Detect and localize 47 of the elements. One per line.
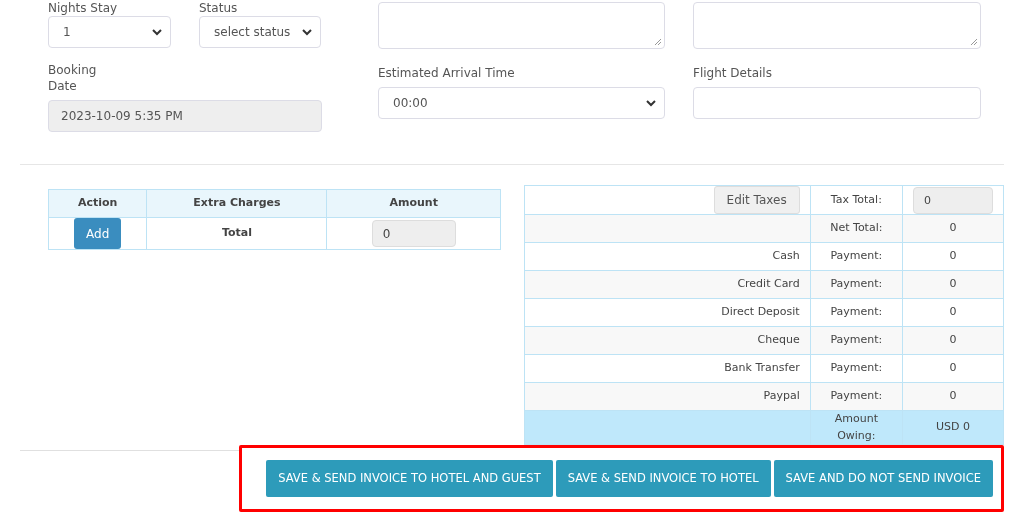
table-cell: Net Total: <box>810 214 903 243</box>
table-cell: Cash <box>772 249 800 263</box>
select-field[interactable]: 1 <box>48 16 171 48</box>
table-cell: Bank Transfer <box>724 361 800 375</box>
table-cell: 0 <box>949 249 957 263</box>
select-field[interactable]: select status <box>199 16 321 48</box>
table-cell: Paypal <box>763 389 800 403</box>
table-cell: Direct Deposit <box>721 305 800 319</box>
table-cell: Cheque <box>757 333 800 347</box>
table-cell: Amount Owing: <box>810 410 903 445</box>
column-header: Extra Charges <box>146 189 327 218</box>
column-header: Amount <box>326 189 501 218</box>
table-cell: USD 0 <box>936 420 970 434</box>
resize-grip-icon <box>654 38 662 46</box>
table-cell: Payment: <box>810 298 903 327</box>
table-cell: Payment: <box>810 270 903 299</box>
table-cell: Credit Card <box>737 277 800 291</box>
chevron-down-icon <box>646 99 656 107</box>
field-label: Booking Date <box>48 62 98 94</box>
amount-field[interactable]: 0 <box>371 220 456 247</box>
edit-taxes-button[interactable]: Edit Taxes <box>713 186 800 214</box>
table-cell: 0 <box>949 221 957 235</box>
field-label: Estimated Arrival Time <box>378 65 516 81</box>
select-field[interactable]: 00:00 <box>378 87 665 119</box>
chevron-down-icon <box>302 28 312 36</box>
textarea-field[interactable] <box>378 2 665 49</box>
table-cell: 0 <box>949 333 957 347</box>
table-cell: 0 <box>949 305 957 319</box>
textarea-field[interactable] <box>693 2 981 49</box>
table-cell: 0 <box>949 277 957 291</box>
text-field[interactable] <box>693 87 981 119</box>
table-cell: Total <box>146 217 327 250</box>
table-cell: Payment: <box>810 354 903 383</box>
add-button[interactable]: Add <box>74 218 122 249</box>
table-cell: Payment: <box>810 242 903 271</box>
table-cell: 0 <box>949 361 957 375</box>
field-label: Nights Stay <box>48 0 119 16</box>
field-label: Flight Details <box>693 65 773 81</box>
field-label: Status <box>199 0 239 16</box>
table-cell: Tax Total: <box>810 185 903 215</box>
column-header: Action <box>48 189 147 218</box>
table-cell: Payment: <box>810 382 903 411</box>
resize-grip-icon <box>970 38 978 46</box>
table-cell: 0 <box>949 389 957 403</box>
tax-total-field[interactable]: 0 <box>913 186 993 214</box>
chevron-down-icon <box>152 28 162 36</box>
table-cell: Payment: <box>810 326 903 355</box>
